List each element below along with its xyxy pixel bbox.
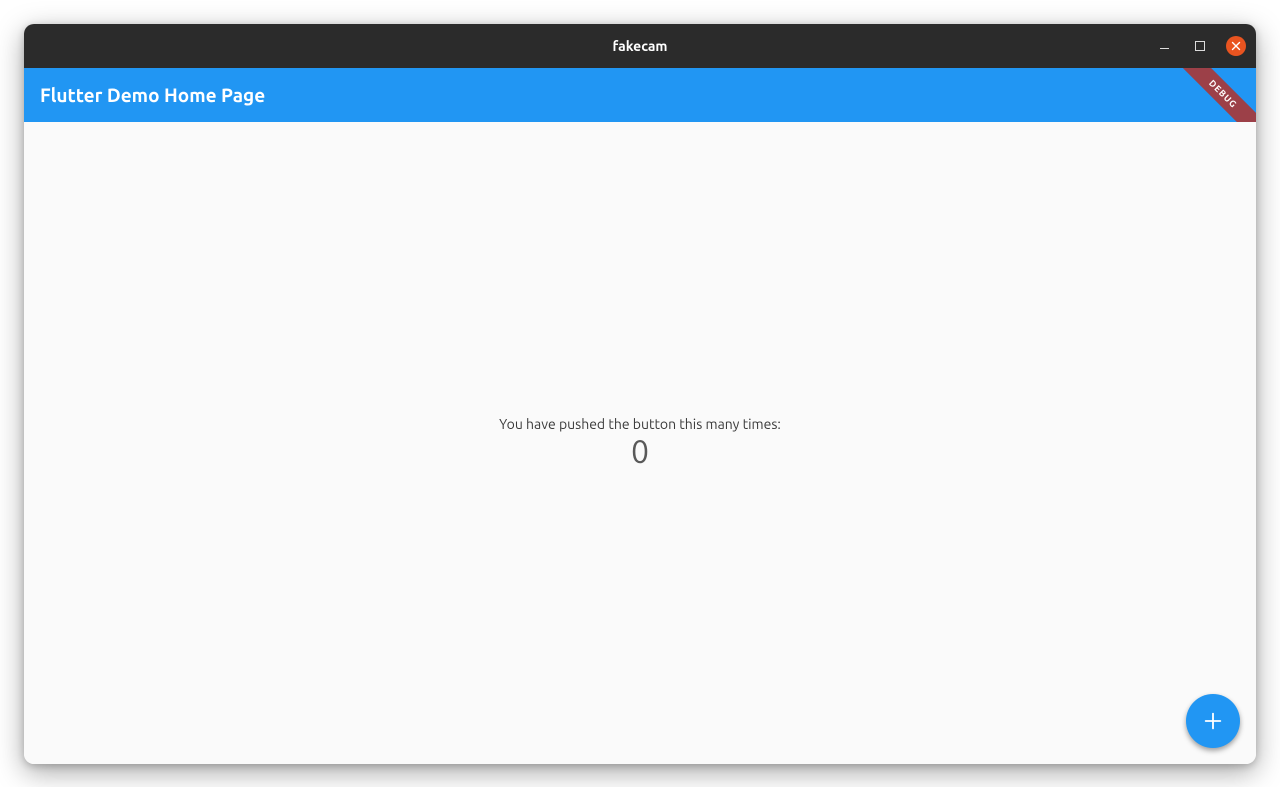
increment-fab[interactable]	[1186, 694, 1240, 748]
minimize-button[interactable]	[1154, 36, 1174, 56]
counter-value: 0	[631, 434, 649, 470]
window-titlebar: fakecam	[24, 24, 1256, 68]
app-bar: Flutter Demo Home Page DEBUG	[24, 68, 1256, 122]
app-bar-title: Flutter Demo Home Page	[40, 84, 265, 106]
application-window: fakecam Flutter Demo Home Page DEBUG You…	[24, 24, 1256, 764]
window-title: fakecam	[612, 38, 667, 54]
add-icon	[1202, 710, 1224, 732]
debug-banner-label: DEBUG	[1207, 77, 1239, 109]
window-controls	[1154, 24, 1246, 68]
close-button[interactable]	[1226, 36, 1246, 56]
counter-caption: You have pushed the button this many tim…	[499, 416, 781, 432]
body-content: You have pushed the button this many tim…	[24, 122, 1256, 764]
close-icon	[1231, 41, 1241, 51]
maximize-button[interactable]	[1190, 36, 1210, 56]
